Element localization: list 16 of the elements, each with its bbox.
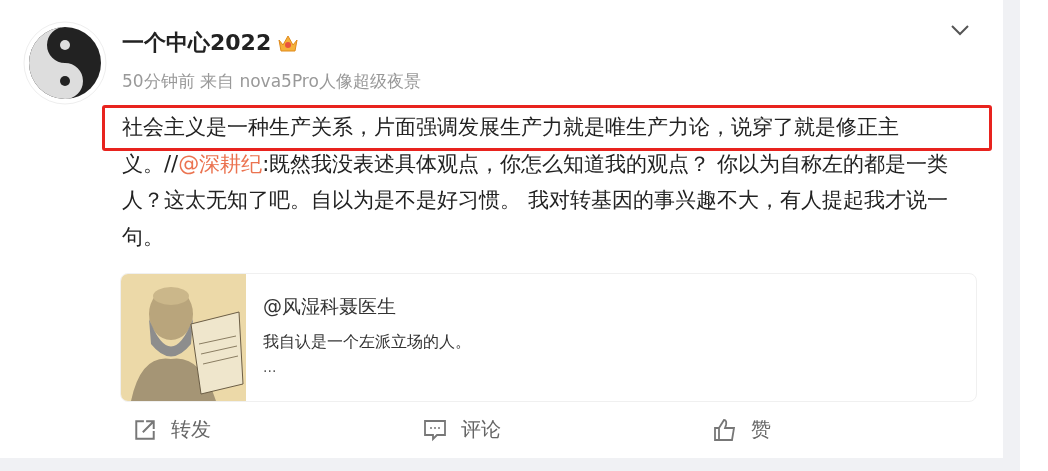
- more-ellipsis: ...: [263, 359, 278, 375]
- quoted-author[interactable]: @风湿科聂医生: [263, 294, 471, 320]
- thumbs-up-icon: [713, 417, 737, 442]
- comment-icon: [423, 417, 447, 442]
- chevron-down-icon[interactable]: [950, 24, 970, 36]
- quote-card[interactable]: @风湿科聂医生 我自认是一个左派立场的人。 ...: [120, 273, 977, 402]
- avatar-icon[interactable]: [23, 21, 107, 105]
- crown-icon: [277, 33, 300, 53]
- post-text: 社会主义是一种生产关系，片面强调发展生产力就是唯生产力论，说穿了就是修正主义。//@深耕纪:既然我没表述具体观点，你怎么知道我的观点？ 你以为自称左的都是一类人？这太无知了吧。自以为是不是好习惯。 我对转基因的事兴趣不大，有人提起我才说一句。: [122, 114, 949, 251]
- post-meta: 50分钟前 来自 nova5Pro人像超级夜景: [122, 70, 421, 93]
- quoted-text: 我自认是一个左派立场的人。: [263, 332, 471, 353]
- share-icon: [133, 417, 157, 442]
- author-name[interactable]: 一个中心2022: [122, 28, 272, 58]
- like-button[interactable]: 赞: [713, 416, 1003, 443]
- repost-button[interactable]: 转发: [133, 416, 423, 443]
- comment-button[interactable]: 评论: [423, 416, 713, 443]
